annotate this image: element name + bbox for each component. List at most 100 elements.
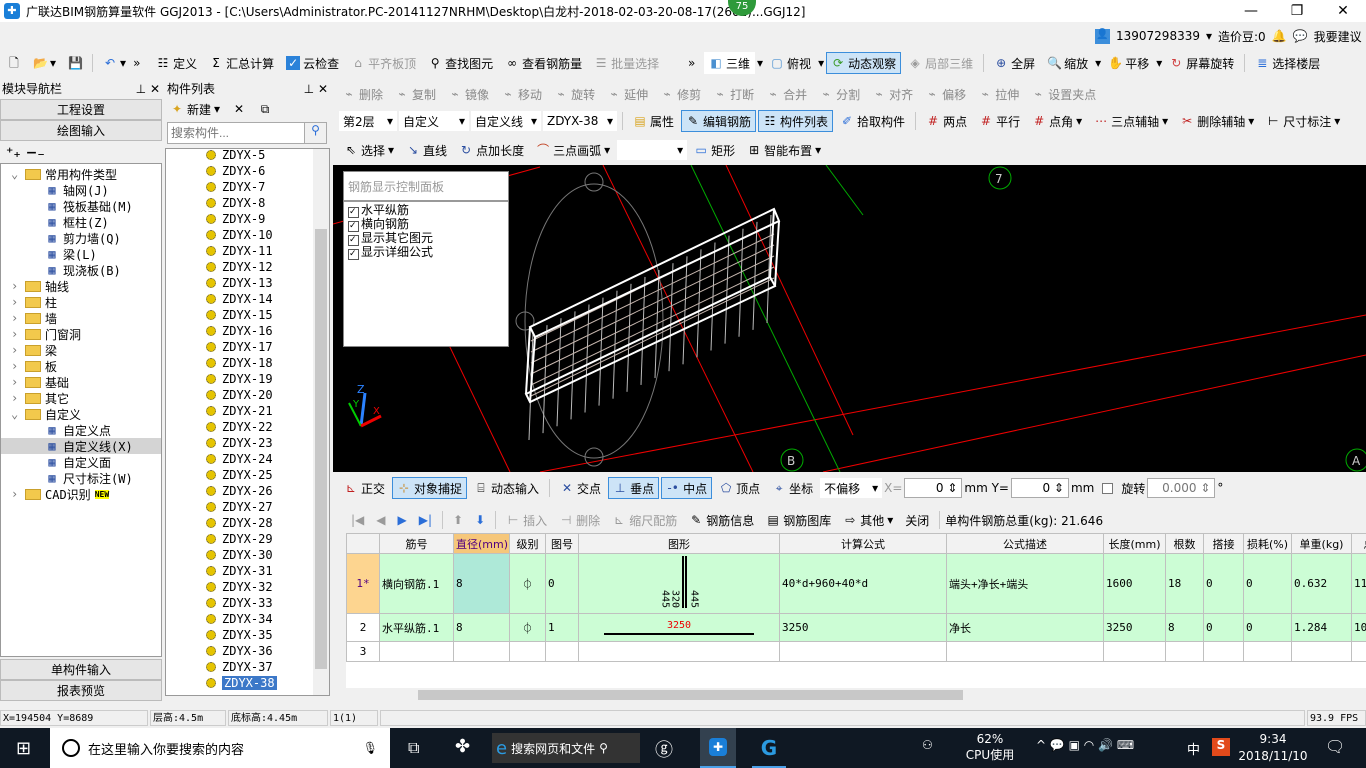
table-cell[interactable]: 3250 [1103, 613, 1166, 642]
column-header[interactable]: 总 [1351, 533, 1366, 554]
column-header[interactable]: 计算公式 [779, 533, 947, 554]
snap-ortho[interactable]: ⊾ 正交 [339, 477, 390, 499]
new-file-button[interactable]: 🗋 [2, 52, 26, 74]
component-list-item[interactable]: ZDYX-5 [166, 149, 313, 163]
tree-item[interactable]: › 其它 [1, 390, 161, 406]
expand-collapse-icons[interactable]: ⁺₊ −₋ [0, 141, 162, 163]
component-list-item[interactable]: ZDYX-18 [166, 355, 313, 371]
tree-item[interactable]: › 柱 [1, 294, 161, 310]
component-list-item[interactable]: ZDYX-30 [166, 547, 313, 563]
component-list-item[interactable]: ZDYX-22 [166, 419, 313, 435]
tb-point-length[interactable]: ↻ 点加长度 [454, 139, 529, 161]
rebar-option[interactable]: ✓ 显示其它图元 [348, 232, 504, 246]
component-list-item[interactable]: ZDYX-28 [166, 515, 313, 531]
edit-tool-4[interactable]: ⌁ 旋转 [549, 83, 600, 105]
table-cell[interactable]: 0 [1243, 613, 1292, 642]
table-row[interactable]: 1* 横向钢筋.1 8 ⏀ 0 445320 445 40*d+960+40*d 端头+净长+端… [346, 553, 1366, 614]
component-list-item[interactable]: ZDYX-29 [166, 531, 313, 547]
table-cell[interactable]: ⏀ [509, 553, 546, 614]
component-list-item[interactable]: ZDYX-25 [166, 467, 313, 483]
table-cell[interactable]: 3 [346, 641, 380, 662]
tb-select[interactable]: ⇖ 选择 ▾ [339, 139, 399, 161]
tree-item[interactable]: ▦ 现浇板(B) [1, 262, 161, 278]
move-down-button[interactable]: ⬇ [470, 509, 490, 531]
table-cell[interactable]: 8 [453, 613, 510, 642]
nav-report[interactable]: 报表预览 [0, 680, 162, 701]
tree-item[interactable]: › CAD识别 NEW [1, 486, 161, 502]
table-cell[interactable]: 8 [453, 553, 510, 614]
search-icon[interactable]: ⚲ [305, 122, 327, 144]
tree-item[interactable]: ▦ 筏板基础(M) [1, 198, 161, 214]
column-header[interactable]: 搭接 [1203, 533, 1244, 554]
tree-item[interactable]: ▦ 尺寸标注(W) [1, 470, 161, 486]
table-cell[interactable]: 2 [346, 613, 380, 642]
table-row[interactable]: 2 水平纵筋.1 8 ⏀ 1 3250 3250 净长 3250 8 0 0 1.284 10 [346, 613, 1366, 642]
component-list-item[interactable]: ZDYX-20 [166, 387, 313, 403]
tb-view-rebar[interactable]: ∞ 查看钢筋量 [500, 52, 587, 74]
tree-item[interactable]: › 墙 [1, 310, 161, 326]
windows-start-icon[interactable]: ⊞ [16, 738, 31, 759]
component-list-item[interactable]: ZDYX-33 [166, 595, 313, 611]
next-button[interactable]: ▶ [393, 509, 412, 531]
tb-top-view[interactable]: ▢ 俯视 [765, 52, 816, 74]
tb-calculate[interactable]: Σ 汇总计算 [204, 52, 279, 74]
scale-rebar-button[interactable]: ⊾ 缩尺配筋 [607, 509, 682, 531]
chevron-right-icon[interactable]: › [11, 343, 25, 357]
component-list-item[interactable]: ZDYX-35 [166, 627, 313, 643]
bell-icon[interactable]: 🔔 [1272, 29, 1287, 43]
table-cell[interactable] [379, 641, 454, 662]
clock[interactable]: 9:34 2018/11/10 [1238, 731, 1308, 765]
tb-delete-axis[interactable]: ✂ 删除辅轴 ▾ [1175, 110, 1259, 132]
column-header[interactable]: 级别 [509, 533, 546, 554]
browser-search-box[interactable]: e 搜索网页和文件 ⚲ [492, 733, 640, 763]
close-button[interactable]: ✕ [1320, 3, 1366, 19]
column-header[interactable]: 单重(kg) [1291, 533, 1352, 554]
table-cell[interactable]: 0.632 [1291, 553, 1352, 614]
sogou-icon[interactable]: S [1212, 738, 1230, 756]
table-cell[interactable]: 0 [1243, 553, 1292, 614]
tree-item[interactable]: ⌄ 自定义 [1, 406, 161, 422]
table-cell[interactable]: 1600 [1103, 553, 1166, 614]
component-list-item[interactable]: ZDYX-15 [166, 307, 313, 323]
component-list-item[interactable]: ZDYX-8 [166, 195, 313, 211]
rotate-input[interactable]: 0.000 ⇕ [1147, 478, 1216, 498]
tb-orbit[interactable]: ⟳ 动态观察 [826, 52, 902, 74]
component-list-item[interactable]: ZDYX-13 [166, 275, 313, 291]
tree-item[interactable]: › 板 [1, 358, 161, 374]
nav-drawing-input[interactable]: 绘图输入 [0, 120, 162, 141]
table-cell[interactable]: 1.284 [1291, 613, 1352, 642]
chevron-right-icon[interactable]: › [11, 487, 25, 501]
tb-properties[interactable]: ▤ 属性 [628, 110, 679, 132]
tree-item[interactable]: › 轴线 [1, 278, 161, 294]
tb-select-floor[interactable]: ≣ 选择楼层 [1250, 52, 1325, 74]
component-list-item[interactable]: ZDYX-38 [166, 675, 313, 691]
tree-item[interactable]: ▦ 框柱(Z) [1, 214, 161, 230]
table-cell[interactable]: 40*d+960+40*d [779, 553, 947, 614]
edit-tool-13[interactable]: ⌁ 设置夹点 [1026, 83, 1101, 105]
table-cell[interactable]: 3250 [779, 613, 947, 642]
tray-icons[interactable]: ^ 💬 ▣ ◠ 🔊 ⌨ [1036, 738, 1134, 752]
copy-component-button[interactable]: ⧉ [253, 98, 277, 120]
column-header[interactable]: 长度(mm) [1103, 533, 1166, 554]
tb-cloud-check[interactable]: ✓ 云检查 [281, 52, 344, 74]
snap-object[interactable]: ⊹ 对象捕捉 [392, 477, 468, 499]
snap-vertex[interactable]: ⬠ 顶点 [714, 477, 765, 499]
glodon-g-app-button[interactable]: G [752, 728, 786, 768]
delete-component-button[interactable]: ✕ [227, 98, 251, 120]
table-cell[interactable]: 11 [1351, 553, 1366, 614]
component-list-item[interactable]: ZDYX-9 [166, 211, 313, 227]
pin-close-icons[interactable]: ⊥ ✕ [136, 82, 160, 96]
tb-rectangle[interactable]: ▭ 矩形 [689, 139, 740, 161]
glodon-app-button[interactable]: ✚ [700, 728, 736, 768]
table-cell[interactable]: 水平纵筋.1 [379, 613, 454, 642]
tree-item[interactable]: ▦ 自定义面 [1, 454, 161, 470]
type-select[interactable]: 自定义 ▾ [399, 111, 469, 131]
table-cell[interactable] [1351, 641, 1366, 662]
component-list-item[interactable]: ZDYX-36 [166, 643, 313, 659]
tree-item[interactable]: ▦ 自定义线(X) [1, 438, 161, 454]
other-button[interactable]: ⇨ 其他 ▾ [838, 509, 898, 531]
tree-item[interactable]: ▦ 自定义点 [1, 422, 161, 438]
table-cell[interactable]: 1 [545, 613, 579, 642]
tb-arc[interactable]: ⌒ 三点画弧 ▾ [531, 139, 615, 161]
component-list-item[interactable]: ZDYX-10 [166, 227, 313, 243]
